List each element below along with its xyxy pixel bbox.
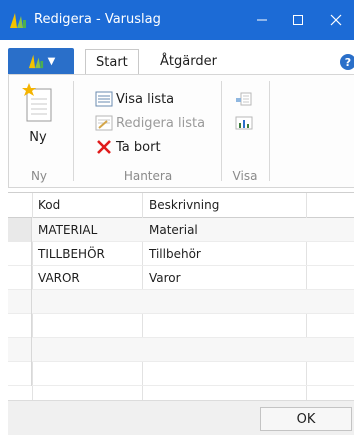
- empty-row[interactable]: [8, 362, 354, 386]
- title-bar: Redigera - Varuslag: [0, 0, 354, 40]
- list-view-icon: [95, 91, 113, 107]
- cell-beskrivning[interactable]: Tillbehör: [149, 242, 201, 266]
- new-button-label: Ny: [29, 130, 47, 145]
- ribbon-separator: [221, 81, 222, 181]
- empty-row[interactable]: [8, 314, 354, 338]
- ribbon-separator: [269, 81, 270, 181]
- ribbon-group-view: Visa: [223, 75, 267, 187]
- ribbon-group-label-view: Visa: [232, 169, 258, 183]
- delete-label: Ta bort: [116, 139, 161, 155]
- ribbon-panel: Ny Ny Visa lista Redigera lista Ta bort …: [8, 74, 354, 188]
- table-row[interactable]: VAROR Varor: [8, 266, 354, 290]
- close-button[interactable]: [318, 0, 354, 40]
- column-header-kod[interactable]: Kod: [38, 193, 60, 217]
- tab-atgarder[interactable]: Åtgärder: [150, 49, 227, 74]
- table-row[interactable]: TILLBEHÖR Tillbehör: [8, 242, 354, 266]
- tab-start[interactable]: Start: [85, 49, 139, 74]
- cell-beskrivning[interactable]: Material: [149, 218, 198, 242]
- ok-button[interactable]: OK: [260, 407, 352, 431]
- window-title: Redigera - Varuslag: [34, 12, 161, 27]
- row-selector[interactable]: [8, 338, 32, 362]
- row-selector[interactable]: [8, 314, 32, 338]
- app-logo-icon: [28, 54, 43, 69]
- view-list-label: Visa lista: [116, 91, 175, 107]
- application-menu-button[interactable]: ▼: [8, 48, 74, 74]
- edit-list-icon: [95, 115, 113, 131]
- ribbon-separator: [73, 81, 74, 181]
- delete-button[interactable]: Ta bort: [95, 139, 161, 155]
- row-selector[interactable]: [8, 266, 32, 290]
- minimize-icon: [257, 19, 267, 21]
- maximize-icon: [293, 15, 303, 25]
- help-icon[interactable]: ?: [340, 54, 354, 70]
- empty-row[interactable]: [8, 290, 354, 314]
- edit-list-button[interactable]: Redigera lista: [95, 115, 205, 131]
- close-icon: [330, 14, 342, 26]
- data-grid: Kod Beskrivning MATERIAL Material TILLBE…: [8, 192, 354, 401]
- cell-kod[interactable]: TILLBEHÖR: [38, 242, 105, 266]
- show-as-chart-icon[interactable]: [235, 115, 253, 131]
- app-logo-icon: [10, 13, 26, 28]
- grid-header: Kod Beskrivning: [8, 193, 354, 218]
- cell-kod[interactable]: VAROR: [38, 266, 80, 290]
- delete-x-icon: [97, 140, 111, 154]
- ribbon-group-label-new: Ny: [30, 169, 48, 183]
- view-list-button[interactable]: Visa lista: [95, 91, 174, 107]
- row-selector[interactable]: [8, 218, 32, 242]
- ribbon-tab-bar: ▼ Start Åtgärder ?: [0, 40, 354, 74]
- empty-row[interactable]: [8, 338, 354, 362]
- column-header-beskrivning[interactable]: Beskrivning: [149, 193, 219, 217]
- cell-kod[interactable]: MATERIAL: [38, 218, 97, 242]
- maximize-button[interactable]: [280, 0, 316, 40]
- footer-bar: OK: [8, 400, 354, 435]
- minimize-button[interactable]: [244, 0, 280, 40]
- ribbon-group-new: Ny Ny: [9, 75, 69, 187]
- row-selector[interactable]: [8, 362, 32, 386]
- ribbon-group-manage: Visa lista Redigera lista Ta bort Hanter…: [77, 75, 219, 187]
- table-row[interactable]: MATERIAL Material: [8, 218, 354, 242]
- new-button[interactable]: Ny: [9, 81, 67, 145]
- chevron-down-icon: ▼: [47, 55, 56, 67]
- new-document-icon: [22, 83, 52, 122]
- cell-beskrivning[interactable]: Varor: [149, 266, 181, 290]
- left-margin: [0, 74, 8, 434]
- ribbon-group-label-manage: Hantera: [123, 169, 173, 183]
- show-as-list-icon[interactable]: [235, 91, 253, 107]
- row-selector[interactable]: [8, 290, 32, 314]
- row-selector[interactable]: [8, 242, 32, 266]
- edit-list-label: Redigera lista: [116, 115, 206, 131]
